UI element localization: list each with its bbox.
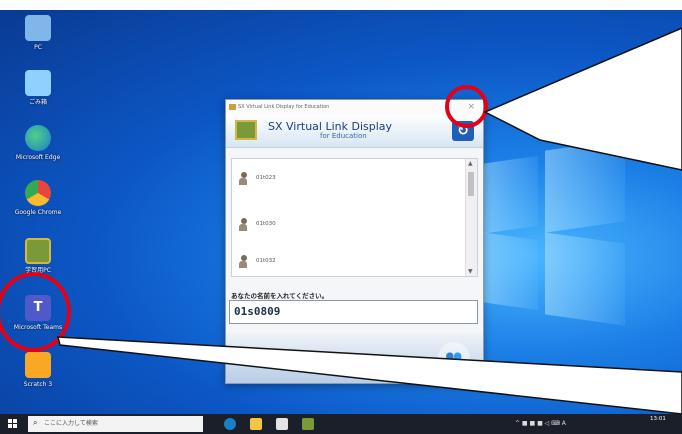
scroll-up-icon[interactable]: ▲: [468, 160, 473, 167]
wallpaper-light: [480, 155, 538, 235]
wallpaper-light: [480, 231, 538, 311]
computer-icon: [25, 15, 51, 41]
list-item[interactable]: 01t030: [232, 210, 464, 240]
device-list: 01t023 01t030 01t032 ▲ ▼: [231, 158, 478, 277]
edge-taskbar-icon[interactable]: [224, 418, 236, 430]
desktop-icon-recycle-bin[interactable]: ごみ箱: [8, 70, 68, 106]
device-name: 01t030: [256, 221, 276, 227]
start-button[interactable]: [8, 419, 18, 429]
person-icon: [239, 255, 247, 269]
person-icon: [239, 172, 247, 186]
desktop-icon-label: Microsoft Edge: [15, 154, 61, 161]
list-item[interactable]: 01t023: [232, 164, 464, 194]
explorer-taskbar-icon[interactable]: [250, 418, 262, 430]
clock-time: 13:01: [650, 416, 666, 422]
edge-icon: [25, 125, 51, 151]
window-title: SX Virtual Link Display for Education: [238, 104, 330, 110]
device-name: 01t023: [256, 175, 276, 181]
chrome-icon: [25, 180, 51, 206]
annotation-circle-close: [445, 85, 488, 128]
system-tray[interactable]: ^ ■ ■ ■ ◁ ⌨ A: [515, 414, 566, 434]
app-header: SX Virtual Link Display for Education ↻: [226, 115, 483, 148]
device-name: 01t032: [256, 258, 276, 264]
wallpaper-light: [545, 139, 625, 233]
store-taskbar-icon[interactable]: [276, 418, 288, 430]
sx-display-taskbar-icon[interactable]: [302, 418, 314, 430]
list-scrollbar[interactable]: ▲ ▼: [465, 159, 477, 276]
person-icon: [239, 218, 247, 232]
app-logo-icon: [235, 120, 257, 140]
desktop-icon-scratch[interactable]: Scratch 3: [8, 352, 68, 388]
enter-classroom-button[interactable]: 👥: [438, 342, 470, 374]
dialog-footer: 👥: [226, 333, 483, 383]
app-mini-icon: [229, 104, 236, 110]
desktop-icon-label: Google Chrome: [14, 209, 62, 216]
desktop-icon-label: Scratch 3: [23, 381, 53, 388]
name-prompt-label: あなたの名前を入れてください。: [231, 292, 329, 300]
scroll-thumb[interactable]: [468, 172, 474, 196]
desktop-icon-edge[interactable]: Microsoft Edge: [8, 125, 68, 161]
taskbar: ⌕ ここに入力して検索 ^ ■ ■ ■ ◁ ⌨ A 13:01: [0, 414, 682, 434]
recycle-bin-icon: [25, 70, 51, 96]
desktop-icon-pc[interactable]: PC: [8, 15, 68, 51]
desktop-icon-sx-display[interactable]: 学習用PC: [8, 238, 68, 274]
desktop-icon-label: ごみ箱: [28, 99, 47, 106]
list-item[interactable]: 01t032: [232, 247, 464, 276]
scratch-icon: [25, 352, 51, 378]
taskbar-search[interactable]: ⌕ ここに入力して検索: [28, 416, 203, 432]
sx-display-icon: [25, 238, 51, 264]
sx-virtual-link-dialog: SX Virtual Link Display for Education × …: [225, 99, 484, 384]
desktop-icon-chrome[interactable]: Google Chrome: [8, 180, 68, 216]
name-input[interactable]: 01s0809: [229, 300, 478, 324]
taskbar-clock[interactable]: 13:01: [650, 416, 666, 423]
wallpaper-light: [545, 232, 625, 326]
search-placeholder: ここに入力して検索: [44, 420, 98, 427]
people-icon: 👥: [445, 350, 463, 366]
desktop-icon-label: PC: [34, 44, 42, 51]
search-icon: ⌕: [33, 418, 38, 427]
app-subtitle: for Education: [320, 132, 367, 140]
scroll-down-icon[interactable]: ▼: [468, 268, 473, 275]
